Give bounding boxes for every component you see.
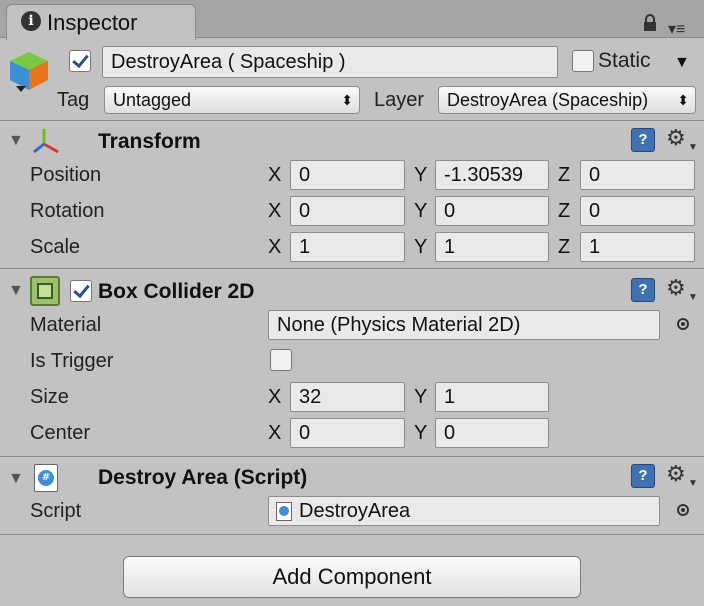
axis-z-label: Z [558,236,571,258]
material-object-field[interactable]: None (Physics Material 2D) [268,310,660,340]
divider [0,268,704,269]
axis-x-label: X [268,422,282,444]
divider [0,456,704,457]
scale-z-field[interactable]: 1 [580,232,695,262]
transform-foldout-arrow[interactable]: ▼ [8,132,24,150]
info-icon: i [21,11,41,31]
position-label: Position [30,164,102,186]
gear-icon[interactable]: ⚙ [666,275,686,301]
size-y-field[interactable]: 1 [435,382,549,412]
help-book-icon[interactable]: ? [631,464,655,488]
boxcollider-foldout-arrow[interactable]: ▼ [8,282,24,300]
static-label: Static [598,49,651,72]
lock-icon[interactable] [643,14,657,32]
axis-y-label: Y [414,236,428,258]
axis-z-label: Z [558,200,571,222]
scale-label: Scale [30,236,81,258]
object-picker-icon[interactable] [677,504,689,516]
is-trigger-label: Is Trigger [30,350,114,372]
size-label: Size [30,386,69,408]
static-dropdown-icon[interactable]: ▼ [674,54,690,72]
object-picker-icon[interactable] [677,318,689,330]
tag-label: Tag [57,89,90,111]
divider [0,120,704,121]
position-y-field[interactable]: -1.30539 [435,160,549,190]
script-label: Script [30,500,82,522]
position-x-field[interactable]: 0 [290,160,405,190]
tag-value: Untagged [113,90,192,110]
script-file-icon [276,502,292,521]
axis-x-label: X [268,386,282,408]
updown-arrows-icon: ⬍ [677,92,689,108]
position-z-field[interactable]: 0 [580,160,695,190]
script-component-title: Destroy Area (Script) [98,466,308,489]
divider [0,534,704,535]
gear-dropdown-icon: ▼ [688,142,698,153]
rotation-label: Rotation [30,200,105,222]
axis-x-label: X [268,200,282,222]
size-x-field[interactable]: 32 [290,382,405,412]
script-object-field[interactable]: DestroyArea [268,496,660,526]
gameobject-name-field[interactable]: DestroyArea ( Spaceship ) [102,46,558,78]
box-collider-icon [30,276,60,306]
rotation-y-field[interactable]: 0 [435,196,549,226]
rotation-z-field[interactable]: 0 [580,196,695,226]
script-foldout-arrow[interactable]: ▼ [8,470,24,488]
axis-z-label: Z [558,164,571,186]
gameobject-active-checkbox[interactable] [69,50,91,72]
tab-title: Inspector [47,10,138,35]
script-value: DestroyArea [299,500,411,522]
center-y-field[interactable]: 0 [435,418,549,448]
help-book-icon[interactable]: ? [631,278,655,302]
gear-dropdown-icon: ▼ [688,478,698,489]
center-label: Center [30,422,91,444]
gear-dropdown-icon: ▼ [688,292,698,303]
updown-arrows-icon: ⬍ [341,92,353,108]
axis-y-label: Y [414,164,428,186]
static-checkbox[interactable] [572,50,594,72]
transform-title: Transform [98,130,201,153]
help-book-icon[interactable]: ? [631,128,655,152]
scale-x-field[interactable]: 1 [290,232,405,262]
layer-dropdown[interactable]: DestroyArea (Spaceship) ⬍ [438,86,696,114]
axis-x-label: X [268,164,282,186]
inspector-tab[interactable]: i Inspector [6,4,196,40]
axis-y-label: Y [414,200,428,222]
axis-x-label: X [268,236,282,258]
material-label: Material [30,314,102,336]
gameobject-cube-icon [10,52,48,92]
axis-y-label: Y [414,386,428,408]
boxcollider-title: Box Collider 2D [98,280,255,303]
rotation-x-field[interactable]: 0 [290,196,405,226]
gear-icon[interactable]: ⚙ [666,125,686,151]
tag-dropdown[interactable]: Untagged ⬍ [104,86,360,114]
transform-axis-icon [33,129,59,154]
scale-y-field[interactable]: 1 [435,232,549,262]
layer-value: DestroyArea (Spaceship) [447,90,649,110]
panel-menu-icon[interactable]: ▾≡ [668,19,685,39]
center-x-field[interactable]: 0 [290,418,405,448]
boxcollider-enabled-checkbox[interactable] [70,280,92,302]
axis-y-label: Y [414,422,428,444]
is-trigger-checkbox[interactable] [270,349,292,371]
add-component-button[interactable]: Add Component [123,556,581,598]
layer-label: Layer [374,89,425,111]
gear-icon[interactable]: ⚙ [666,461,686,487]
csharp-script-icon: # [34,464,58,492]
